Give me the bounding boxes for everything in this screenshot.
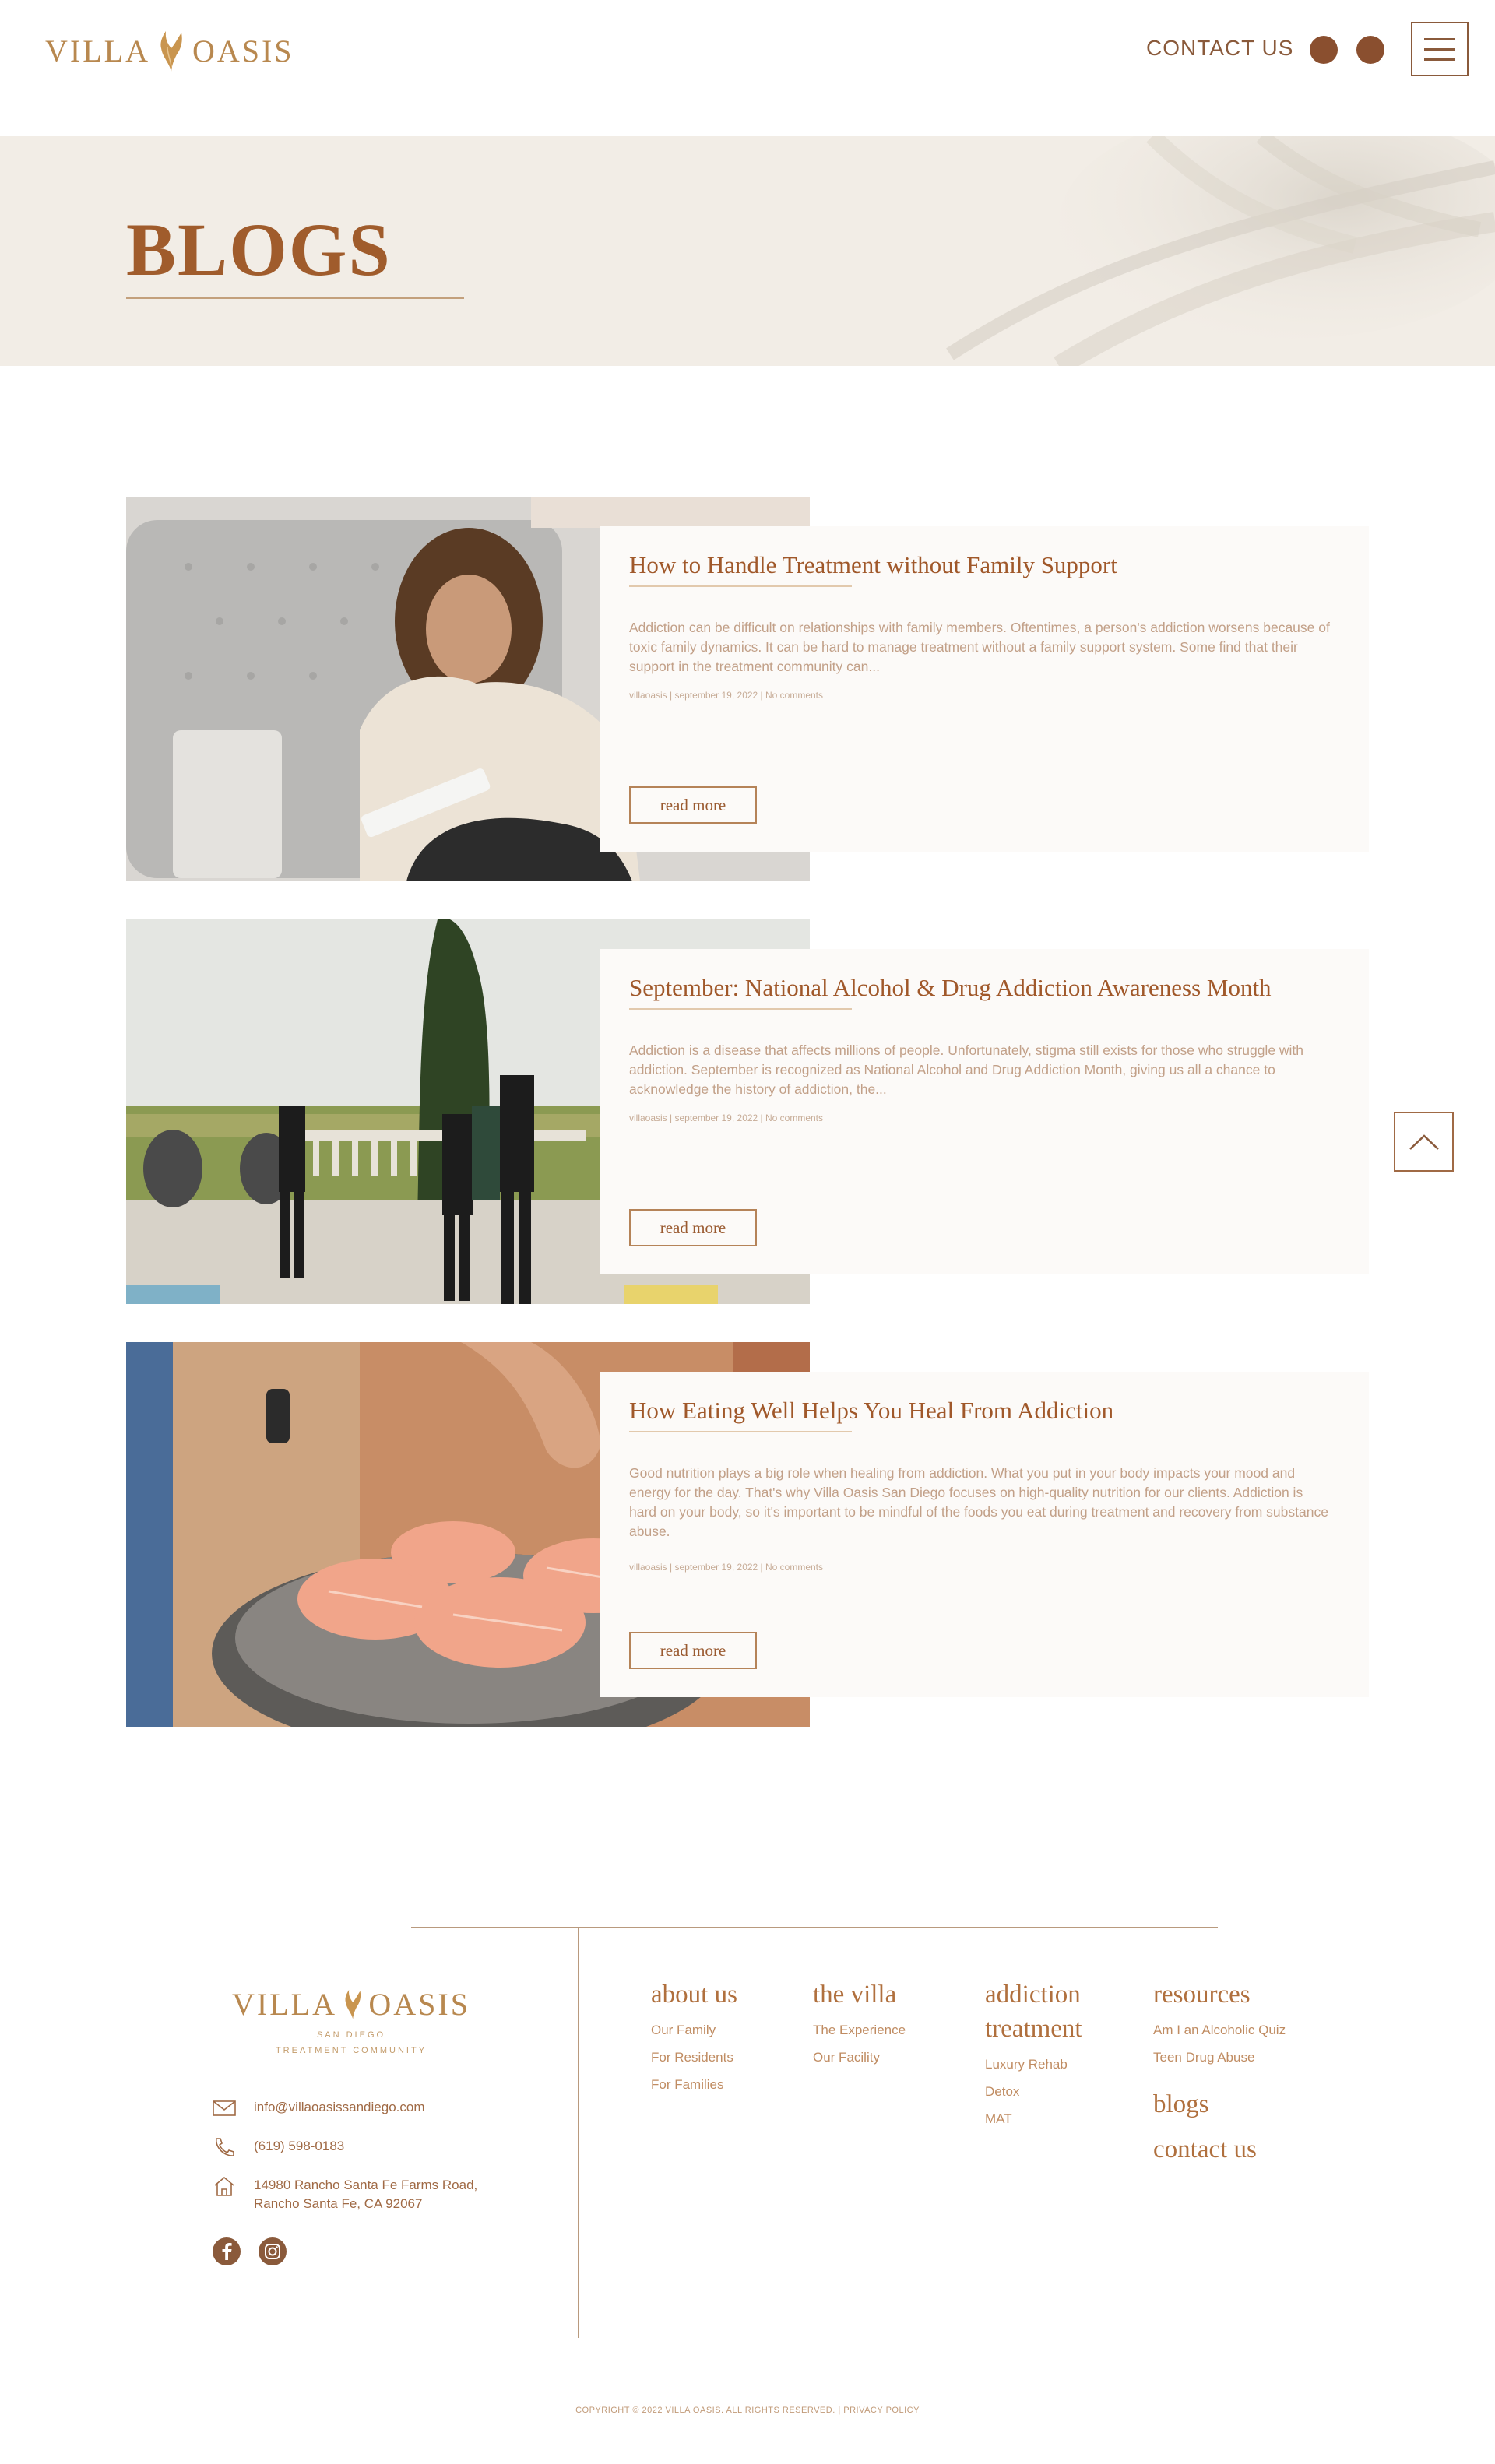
post-meta: villaoasis | september 19, 2022 | No com… xyxy=(629,1562,824,1573)
footer-link-teen-drug-abuse[interactable]: Teen Drug Abuse xyxy=(1153,2050,1286,2065)
footer-email[interactable]: info@villaoasissandiego.com xyxy=(212,2098,424,2118)
post-excerpt: Addiction is a disease that affects mill… xyxy=(629,1042,1304,1097)
facebook-icon[interactable] xyxy=(212,2237,241,2266)
read-more-button[interactable]: read more xyxy=(629,1632,757,1669)
menu-button[interactable] xyxy=(1411,22,1469,76)
footer-col-resources: resources Am I an Alcoholic Quiz Teen Dr… xyxy=(1153,1977,1286,2167)
footer-heading-addiction[interactable]: addiction xyxy=(985,1977,1082,2012)
footer-col-about: about us Our Family For Residents For Fa… xyxy=(651,1977,737,2104)
footer-logo-subtitle: SAN DIEGO xyxy=(316,2030,386,2040)
post-card-body: How Eating Well Helps You Heal From Addi… xyxy=(600,1372,1369,1697)
footer-col-addiction: addiction treatment Luxury Rehab Detox M… xyxy=(985,1977,1082,2139)
home-icon xyxy=(214,2176,234,2196)
post-card-body: September: National Alcohol & Drug Addic… xyxy=(600,949,1369,1274)
post-meta: villaoasis | september 19, 2022 | No com… xyxy=(629,690,824,701)
footer-heading-resources[interactable]: resources xyxy=(1153,1977,1286,2012)
footer-link-luxury-rehab[interactable]: Luxury Rehab xyxy=(985,2057,1082,2072)
blog-post-card: How Eating Well Helps You Heal From Addi… xyxy=(126,1342,1369,1727)
post-title[interactable]: How Eating Well Helps You Heal From Addi… xyxy=(629,1397,1113,1425)
title-underline xyxy=(126,297,464,299)
footer-logo-subtitle: TREATMENT COMMUNITY xyxy=(275,2046,427,2055)
footer-phone[interactable]: (619) 598-0183 xyxy=(212,2137,344,2157)
footer-logo[interactable]: VILLA OASIS SAN DIEGO TREATMENT COMMUNIT… xyxy=(232,1981,470,2058)
footer-heading-villa[interactable]: the villa xyxy=(813,1977,906,2012)
footer-link-blogs[interactable]: blogs xyxy=(1153,2087,1286,2121)
post-title[interactable]: September: National Alcohol & Drug Addic… xyxy=(629,974,1272,1002)
phone-icon xyxy=(216,2138,234,2156)
footer-email-text: info@villaoasissandiego.com xyxy=(254,2100,425,2114)
page-title: BLOGS xyxy=(126,208,392,291)
footer-logo-word-right: OASIS xyxy=(368,1986,470,2022)
footer-logo-word-left: VILLA xyxy=(232,1986,337,2022)
post-excerpt: Good nutrition plays a big role when hea… xyxy=(629,1465,1328,1539)
copyright-text: COPYRIGHT © 2022 VILLA OASIS. ALL RIGHTS… xyxy=(575,2406,920,2415)
footer-heading-about[interactable]: about us xyxy=(651,1977,737,2012)
menu-icon xyxy=(1424,37,1455,40)
post-title-underline xyxy=(629,585,852,587)
footer-link-for-families[interactable]: For Families xyxy=(651,2077,737,2093)
footer-link-mat[interactable]: MAT xyxy=(985,2111,1082,2127)
logo-word-left: VILLA xyxy=(45,33,150,69)
blog-post-card: How to Handle Treatment without Family S… xyxy=(126,497,1369,881)
menu-icon-bar xyxy=(1424,58,1455,61)
instagram-icon[interactable] xyxy=(258,2237,287,2266)
footer-address-line: Rancho Santa Fe, CA 92067 xyxy=(254,2196,423,2211)
footer-link-the-experience[interactable]: The Experience xyxy=(813,2023,906,2038)
post-meta: villaoasis | september 19, 2022 | No com… xyxy=(629,1112,824,1123)
wing-logo-icon xyxy=(160,31,182,72)
post-title-underline xyxy=(629,1008,852,1010)
footer-link-detox[interactable]: Detox xyxy=(985,2084,1082,2100)
palm-shadow-image xyxy=(946,136,1495,366)
mail-icon xyxy=(213,2100,236,2116)
footer-col-villa: the villa The Experience Our Facility xyxy=(813,1977,906,2077)
footer-link-our-family[interactable]: Our Family xyxy=(651,2023,737,2038)
post-excerpt: Addiction can be difficult on relationsh… xyxy=(629,620,1330,674)
menu-icon-bar xyxy=(1424,47,1455,51)
footer-vertical-divider xyxy=(578,1927,579,2338)
post-title[interactable]: How to Handle Treatment without Family S… xyxy=(629,551,1117,579)
footer-link-contact-us[interactable]: contact us xyxy=(1153,2132,1286,2167)
header-social-icon-1[interactable] xyxy=(1310,36,1338,64)
footer-phone-text: (619) 598-0183 xyxy=(254,2139,345,2153)
footer-address-line: 14980 Rancho Santa Fe Farms Road, xyxy=(254,2178,478,2192)
footer-heading-treatment[interactable]: treatment xyxy=(985,2012,1082,2046)
read-more-button[interactable]: read more xyxy=(629,786,757,824)
post-title-underline xyxy=(629,1431,852,1432)
footer-address[interactable]: 14980 Rancho Santa Fe Farms Road, Rancho… xyxy=(212,2176,477,2213)
footer-divider xyxy=(411,1927,1218,1928)
page-hero: BLOGS xyxy=(0,136,1495,366)
wing-logo-icon xyxy=(345,1990,361,2019)
chevron-up-icon xyxy=(1409,1134,1439,1150)
footer-link-our-facility[interactable]: Our Facility xyxy=(813,2050,906,2065)
post-card-body: How to Handle Treatment without Family S… xyxy=(600,526,1369,852)
site-logo[interactable]: VILLA OASIS xyxy=(45,28,294,73)
back-to-top-button[interactable] xyxy=(1394,1112,1454,1172)
footer-link-alcoholic-quiz[interactable]: Am I an Alcoholic Quiz xyxy=(1153,2023,1286,2038)
footer-link-for-residents[interactable]: For Residents xyxy=(651,2050,737,2065)
logo-word-right: OASIS xyxy=(192,33,294,69)
header-social-icon-2[interactable] xyxy=(1356,36,1384,64)
site-header: VILLA OASIS CONTACT US xyxy=(0,0,1495,136)
contact-us-link[interactable]: CONTACT US xyxy=(1146,36,1293,61)
blog-post-card: September: National Alcohol & Drug Addic… xyxy=(126,919,1369,1304)
read-more-button[interactable]: read more xyxy=(629,1209,757,1246)
